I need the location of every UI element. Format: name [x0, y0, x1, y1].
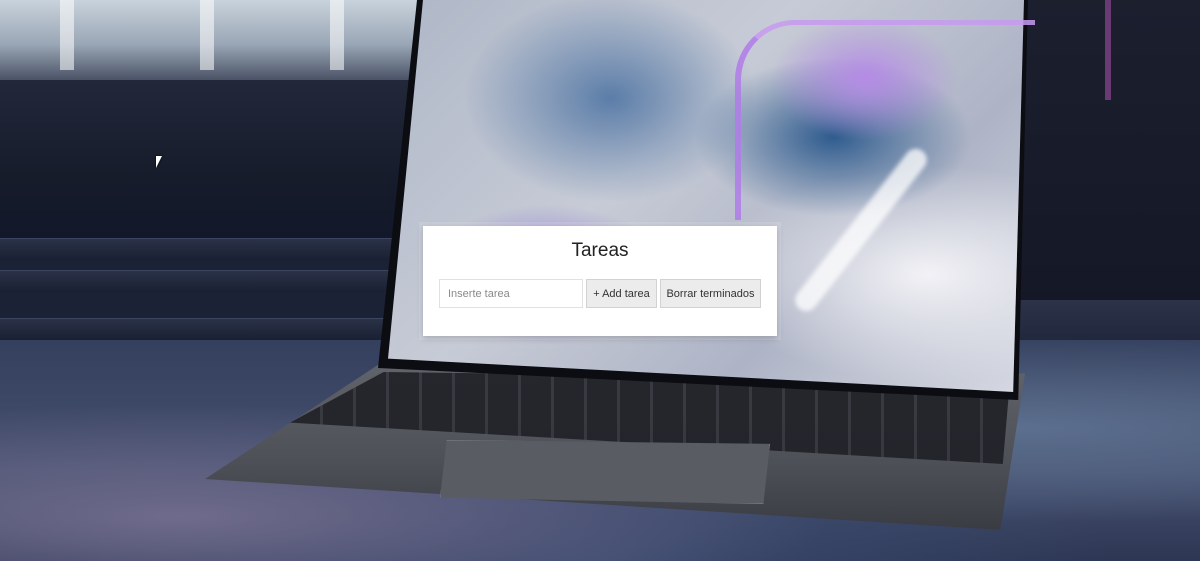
add-task-button[interactable]: + Add tarea: [586, 279, 657, 308]
task-card: Tareas + Add tarea Borrar terminados: [423, 226, 777, 336]
window-background: [0, 0, 420, 80]
step-background: [0, 318, 420, 340]
window-bar: [200, 0, 214, 70]
right-post-background: [1105, 0, 1111, 100]
ledge-background: [0, 80, 420, 240]
mouse-cursor-icon: [156, 156, 162, 168]
page-title: Tareas: [571, 240, 629, 261]
window-bar: [330, 0, 344, 70]
task-input[interactable]: [439, 279, 583, 308]
step-background: [0, 270, 420, 292]
window-bar: [60, 0, 74, 70]
laptop-trackpad: [440, 440, 770, 504]
step-background: [0, 238, 420, 260]
clear-completed-button[interactable]: Borrar terminados: [660, 279, 761, 308]
